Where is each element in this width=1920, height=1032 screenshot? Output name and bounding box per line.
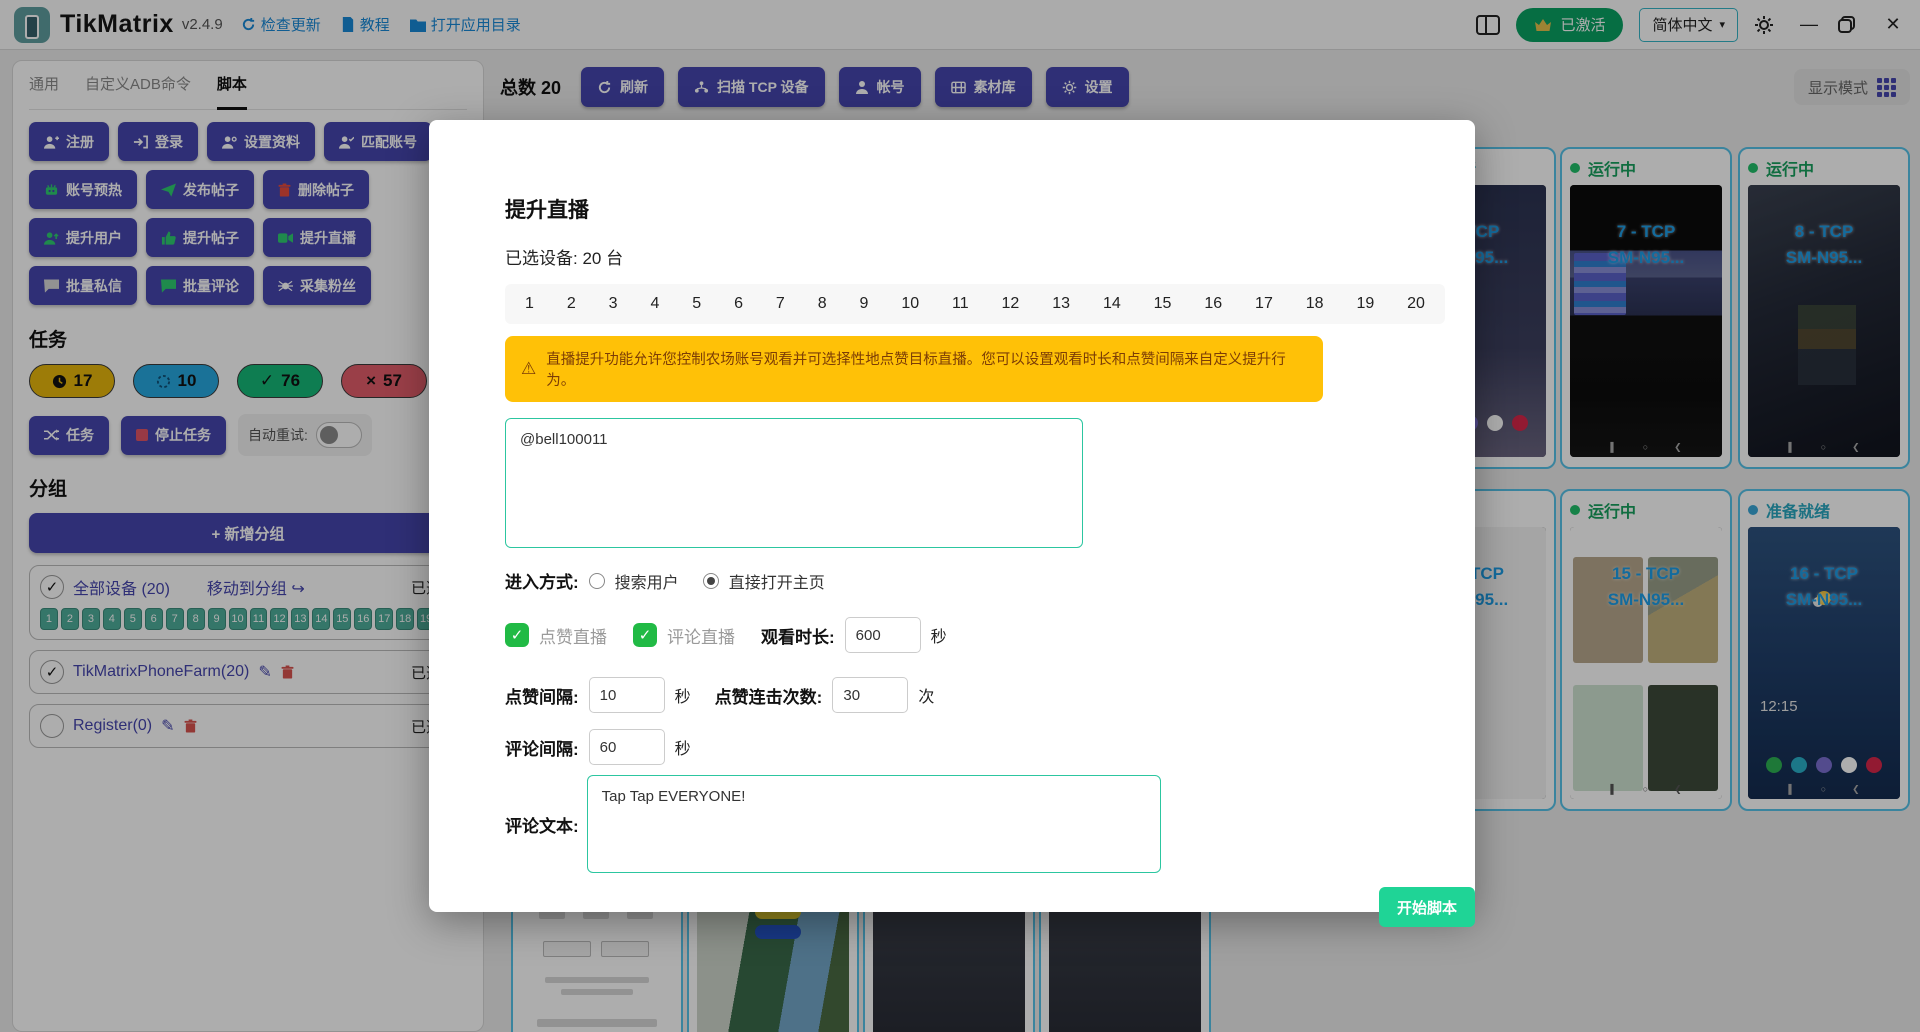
device-number[interactable]: 11 — [952, 295, 969, 313]
device-number[interactable]: 15 — [1154, 295, 1172, 313]
radio-search-user[interactable] — [589, 573, 605, 589]
boost-live-modal: 提升直播 已选设备: 20 台 123456789101112131415161… — [429, 120, 1475, 912]
device-number[interactable]: 14 — [1103, 295, 1121, 313]
like-combo-input[interactable] — [832, 677, 908, 713]
seconds-unit: 秒 — [931, 623, 947, 647]
watch-duration-label: 观看时长: — [761, 623, 835, 648]
comment-text-textarea[interactable] — [587, 775, 1161, 873]
comment-live-label[interactable]: 评论直播 — [667, 623, 735, 648]
device-number[interactable]: 17 — [1255, 295, 1273, 313]
target-user-textarea[interactable] — [505, 418, 1083, 548]
like-live-label[interactable]: 点赞直播 — [539, 623, 607, 648]
device-number[interactable]: 5 — [692, 295, 701, 313]
warning-banner: ⚠ 直播提升功能允许您控制农场账号观看并可选择性地点赞目标直播。您可以设置观看时… — [505, 336, 1323, 402]
seconds-unit: 秒 — [675, 683, 691, 707]
device-number-bar: 1234567891011121314151617181920 — [505, 284, 1445, 324]
radio-search-user-label[interactable]: 搜索用户 — [615, 569, 679, 593]
device-number[interactable]: 16 — [1204, 295, 1222, 313]
device-number[interactable]: 3 — [609, 295, 618, 313]
radio-open-homepage[interactable] — [703, 573, 719, 589]
seconds-unit: 秒 — [675, 735, 691, 759]
selected-devices-label: 已选设备: 20 台 — [505, 244, 1475, 269]
like-interval-label: 点赞间隔: — [505, 683, 579, 708]
device-number[interactable]: 19 — [1356, 295, 1374, 313]
device-number[interactable]: 20 — [1407, 295, 1425, 313]
modal-title: 提升直播 — [505, 194, 1475, 224]
comment-text-label: 评论文本: — [505, 812, 579, 837]
entry-method-label: 进入方式: — [505, 568, 579, 593]
device-number[interactable]: 2 — [567, 295, 576, 313]
device-number[interactable]: 9 — [860, 295, 869, 313]
start-script-button[interactable]: 开始脚本 — [1379, 887, 1475, 927]
tikmatrix-window: TikMatrix v2.4.9 检查更新 教程 打开应用目录 已激活 简体中文… — [0, 0, 1920, 1032]
comment-interval-label: 评论间隔: — [505, 735, 579, 760]
like-combo-label: 点赞连击次数: — [715, 683, 823, 708]
comment-interval-input[interactable] — [589, 729, 665, 765]
device-number[interactable]: 6 — [734, 295, 743, 313]
device-number[interactable]: 8 — [818, 295, 827, 313]
device-number[interactable]: 13 — [1052, 295, 1070, 313]
device-number[interactable]: 10 — [901, 295, 919, 313]
device-number[interactable]: 1 — [525, 295, 534, 313]
watch-duration-input[interactable] — [845, 617, 921, 653]
device-number[interactable]: 7 — [776, 295, 785, 313]
warning-icon: ⚠ — [521, 359, 536, 379]
device-number[interactable]: 18 — [1306, 295, 1324, 313]
times-unit: 次 — [918, 683, 934, 707]
like-live-checkbox[interactable]: ✓ — [505, 623, 529, 647]
like-interval-input[interactable] — [589, 677, 665, 713]
radio-open-homepage-label[interactable]: 直接打开主页 — [729, 569, 825, 593]
comment-live-checkbox[interactable]: ✓ — [633, 623, 657, 647]
device-number[interactable]: 4 — [650, 295, 659, 313]
device-number[interactable]: 12 — [1002, 295, 1020, 313]
